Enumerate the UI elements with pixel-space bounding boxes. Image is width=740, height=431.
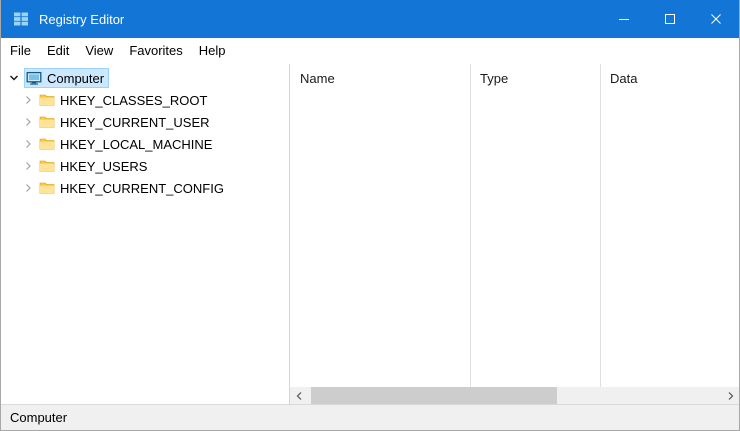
chevron-right-icon[interactable] [20,114,36,130]
tree-selection-highlight: Computer [24,68,110,88]
tree-item-hkey-current-config[interactable]: HKEY_CURRENT_CONFIG [1,177,289,199]
tree-panel: Computer HKEY_CLASSES_ROOT HKEY_CURRENT_… [1,64,289,404]
tree-item-hkey-local-machine[interactable]: HKEY_LOCAL_MACHINE [1,133,289,155]
tree-item-label: HKEY_CLASSES_ROOT [60,92,208,108]
window-title: Registry Editor [39,11,125,27]
folder-icon [39,180,55,196]
column-divider[interactable] [600,64,601,387]
menu-file[interactable]: File [2,38,39,64]
maximize-button[interactable] [647,0,693,38]
tree-item-label: Computer [47,70,105,86]
column-header-type[interactable]: Type [470,71,600,86]
computer-icon [26,70,42,86]
scroll-left-arrow[interactable] [290,387,307,404]
tree-item-computer[interactable]: Computer [1,67,289,89]
tree-item-hkey-users[interactable]: HKEY_USERS [1,155,289,177]
minimize-icon [619,19,629,20]
menu-help[interactable]: Help [191,38,234,64]
scrollbar-track[interactable] [307,387,722,404]
tree-item-hkey-classes-root[interactable]: HKEY_CLASSES_ROOT [1,89,289,111]
chevron-right-icon[interactable] [20,180,36,196]
scrollbar-thumb[interactable] [311,387,557,404]
folder-icon [39,114,55,130]
folder-icon [39,158,55,174]
tree-item-label: HKEY_CURRENT_CONFIG [60,180,224,196]
close-button[interactable] [693,0,739,38]
minimize-button[interactable] [601,0,647,38]
folder-icon [39,136,55,152]
maximize-icon [665,14,675,24]
registry-editor-icon [12,10,30,28]
close-icon [711,14,721,24]
chevron-right-icon[interactable] [20,158,36,174]
main-area: Computer HKEY_CLASSES_ROOT HKEY_CURRENT_… [1,64,739,404]
menu-favorites[interactable]: Favorites [121,38,190,64]
title-bar: Registry Editor [1,0,739,38]
tree-item-label: HKEY_CURRENT_USER [60,114,210,130]
caption-buttons [601,0,739,38]
registry-editor-window: Registry Editor File Edit View Favorites… [0,0,740,431]
column-header-data[interactable]: Data [600,71,739,86]
scroll-right-arrow[interactable] [722,387,739,404]
menu-edit[interactable]: Edit [39,38,77,64]
list-panel: Name Type Data [290,64,739,404]
status-bar: Computer [1,404,739,430]
list-header: Name Type Data [290,64,739,92]
horizontal-scrollbar[interactable] [290,387,739,404]
chevron-right-icon[interactable] [20,136,36,152]
column-divider[interactable] [470,64,471,387]
chevron-down-icon[interactable] [6,70,22,86]
list-body [290,92,739,387]
status-text: Computer [10,410,68,425]
menu-view[interactable]: View [77,38,121,64]
menu-bar: File Edit View Favorites Help [1,38,739,64]
chevron-right-icon[interactable] [20,92,36,108]
tree-item-label: HKEY_LOCAL_MACHINE [60,136,213,152]
tree-item-hkey-current-user[interactable]: HKEY_CURRENT_USER [1,111,289,133]
folder-icon [39,92,55,108]
column-header-name[interactable]: Name [290,71,470,86]
tree-item-label: HKEY_USERS [60,158,148,174]
